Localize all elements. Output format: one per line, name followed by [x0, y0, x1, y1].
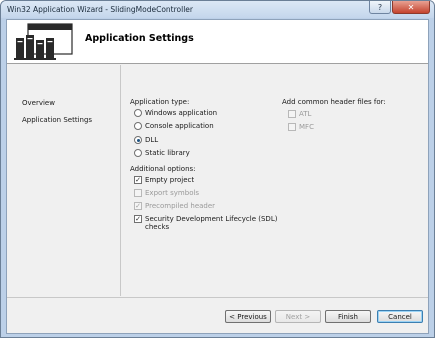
radio-button[interactable]	[134, 122, 142, 130]
radio-label: Windows application	[145, 109, 218, 117]
next-button: Next >	[275, 310, 321, 323]
checkbox-checked[interactable]: ✓	[134, 176, 142, 184]
checkbox-label: MFC	[299, 123, 314, 131]
title-bar[interactable]: Win32 Application Wizard - SlidingModeCo…	[1, 1, 434, 18]
cancel-button[interactable]: Cancel	[377, 310, 423, 323]
radio-console-application[interactable]: Console application	[134, 122, 214, 130]
common-headers-label: Add common header files for:	[282, 98, 386, 106]
close-icon: ✕	[407, 2, 415, 12]
radio-label: Static library	[145, 149, 190, 157]
finish-button[interactable]: Finish	[325, 310, 371, 323]
checkbox-precompiled-header: ✓ Precompiled header	[134, 202, 215, 210]
page-title: Application Settings	[85, 33, 194, 44]
window-title: Win32 Application Wizard - SlidingModeCo…	[7, 5, 193, 14]
checkbox-disabled	[288, 123, 296, 131]
radio-dll[interactable]: DLL	[134, 136, 158, 144]
close-button[interactable]: ✕	[392, 1, 430, 14]
checkbox-label: Export symbols	[145, 189, 200, 197]
radio-label: DLL	[145, 136, 159, 144]
checkbox-empty-project[interactable]: ✓ Empty project	[134, 176, 194, 184]
footer-divider	[7, 297, 428, 298]
radio-windows-application[interactable]: Windows application	[134, 109, 217, 117]
help-icon: ?	[377, 2, 383, 12]
checkbox-checked[interactable]: ✓	[134, 215, 142, 223]
checkbox-label-block: Security Development Lifecycle (SDL) che…	[145, 215, 277, 231]
checkbox-sdl-checks[interactable]: ✓ Security Development Lifecycle (SDL) c…	[134, 215, 277, 231]
checkbox-label: Empty project	[145, 176, 195, 184]
checkbox-disabled	[134, 189, 142, 197]
checkbox-label: Precompiled header	[145, 202, 216, 210]
help-button[interactable]: ?	[369, 1, 391, 14]
radio-button-selected[interactable]	[134, 136, 142, 144]
checkbox-atl: ATL	[288, 110, 311, 118]
window-controls: ? ✕	[369, 1, 430, 14]
radio-label: Console application	[145, 122, 214, 130]
checkbox-mfc: MFC	[288, 123, 314, 131]
checkbox-label: Security Development Lifecycle (SDL)	[145, 215, 278, 223]
nav-item-overview[interactable]: Overview	[22, 99, 55, 107]
previous-button[interactable]: < Previous	[225, 310, 271, 323]
checkbox-disabled-checked: ✓	[134, 202, 142, 210]
wizard-computers-icon	[14, 23, 73, 60]
radio-button[interactable]	[134, 149, 142, 157]
checkbox-label: ATL	[299, 110, 312, 118]
checkbox-label-continued: checks	[145, 223, 170, 231]
checkbox-disabled	[288, 110, 296, 118]
application-type-label: Application type:	[130, 98, 190, 106]
radio-button[interactable]	[134, 109, 142, 117]
radio-static-library[interactable]: Static library	[134, 149, 190, 157]
wizard-client-area: Application Settings Overview Applicatio…	[6, 19, 429, 334]
wizard-window: Win32 Application Wizard - SlidingModeCo…	[0, 0, 435, 338]
nav-item-application-settings[interactable]: Application Settings	[22, 116, 92, 124]
wizard-nav: Overview Application Settings	[7, 65, 120, 296]
checkbox-export-symbols: Export symbols	[134, 189, 199, 197]
additional-options-label: Additional options:	[130, 165, 196, 173]
wizard-banner: Application Settings	[7, 20, 428, 64]
settings-panel: Application type: Windows application Co…	[121, 65, 428, 296]
